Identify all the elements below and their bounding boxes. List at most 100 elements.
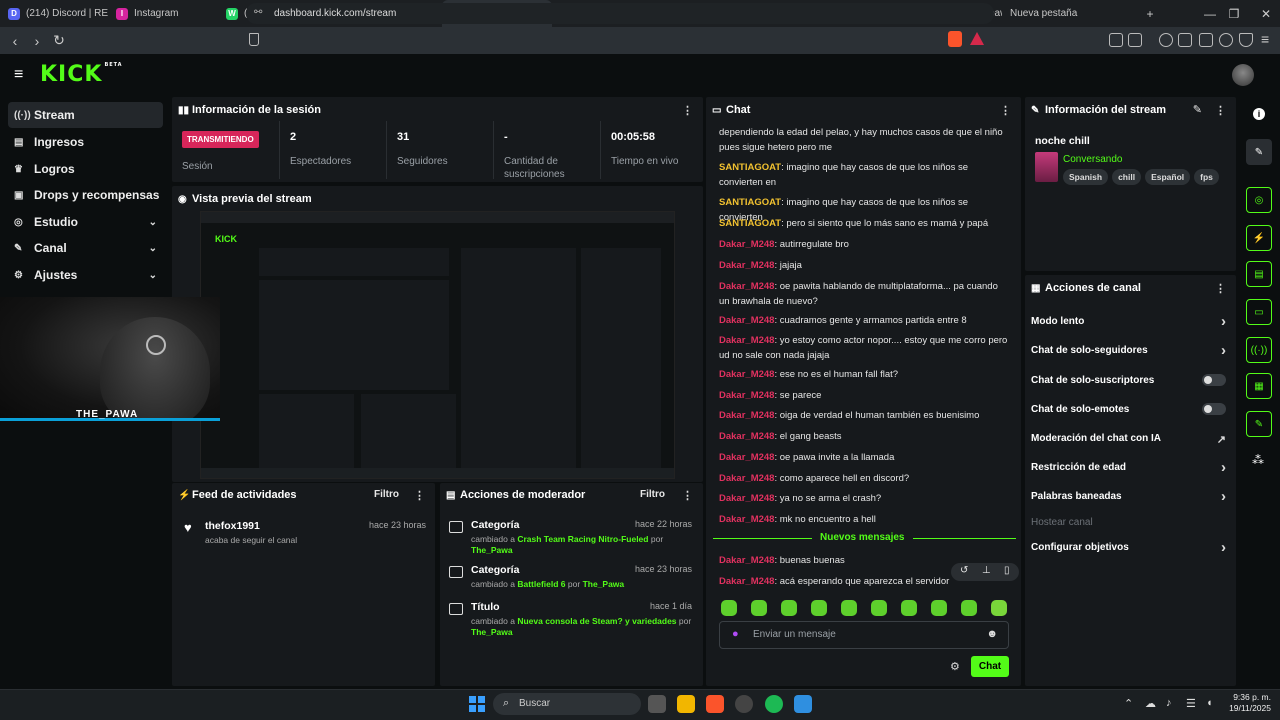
extensions-icon[interactable] (1109, 33, 1123, 47)
browser-tab[interactable]: Nueva pestaña (1002, 0, 1102, 27)
rail-wrench-icon[interactable]: ✎ (1246, 411, 1272, 437)
chat-username[interactable]: Dakar_M248 (719, 390, 774, 401)
chat-username[interactable]: SANTIAGOAT (719, 218, 781, 229)
feed-menu-icon[interactable]: ⋮ (414, 489, 425, 502)
settings-app-icon[interactable] (735, 695, 753, 713)
emote-icon[interactable] (901, 600, 917, 616)
channel-action-5[interactable]: Restricción de edad › (1031, 459, 1226, 476)
toggle-switch[interactable] (1202, 374, 1226, 386)
channel-action-3[interactable]: Chat de solo-emotes (1031, 403, 1226, 415)
reload-icon[interactable]: ↻ (48, 32, 70, 49)
browser-tab[interactable]: D (214) Discord | REDSEC (0, 0, 108, 27)
channel-action-2[interactable]: Chat de solo-suscriptores (1031, 374, 1226, 386)
reply-icon[interactable]: ↺ (960, 565, 968, 576)
rail-broadcast-icon[interactable]: ((·)) (1246, 337, 1272, 363)
chat-username[interactable]: Dakar_M248 (719, 315, 774, 326)
channel-action-4[interactable]: Moderación del chat con IA ↗ (1031, 433, 1226, 446)
sidebar-icon[interactable] (1178, 33, 1192, 47)
category-thumbnail[interactable] (1035, 152, 1058, 182)
rail-edit-icon[interactable]: ✎ (1246, 139, 1272, 165)
delete-icon[interactable]: ▯ (1004, 565, 1010, 576)
sidebar-item-ajustes[interactable]: ⚙ Ajustes ⌄ (8, 262, 163, 288)
toggle-switch[interactable] (1202, 403, 1226, 415)
chat-send-button[interactable]: Chat (971, 656, 1009, 677)
info-icon[interactable]: i (1253, 108, 1265, 120)
store-icon[interactable] (794, 695, 812, 713)
chat-username[interactable]: Dakar_M248 (719, 410, 774, 421)
emote-icon[interactable] (841, 600, 857, 616)
chevron-right-icon[interactable]: › (1221, 488, 1226, 505)
new-tab-button[interactable]: + (1130, 0, 1170, 27)
avatar[interactable] (1232, 64, 1254, 86)
chat-username[interactable]: Dakar_M248 (719, 431, 774, 442)
sidebar-item-logros[interactable]: ♛ Logros (8, 156, 163, 182)
chat-username[interactable]: Dakar_M248 (719, 555, 774, 566)
back-icon[interactable]: ‹ (4, 33, 26, 49)
chevron-right-icon[interactable]: › (1221, 459, 1226, 476)
media-icon[interactable] (1159, 33, 1173, 47)
emote-icon[interactable] (871, 600, 887, 616)
rail-clipboard-icon[interactable]: ▦ (1246, 373, 1272, 399)
chat-username[interactable]: Dakar_M248 (719, 473, 774, 484)
chat-username[interactable]: Dakar_M248 (719, 576, 774, 587)
chat-username[interactable]: Dakar_M248 (719, 514, 774, 525)
session-menu-icon[interactable]: ⋮ (682, 104, 693, 117)
rail-bolt-icon[interactable]: ⚡ (1246, 225, 1272, 251)
emote-icon[interactable] (811, 600, 827, 616)
chevron-down-icon[interactable]: ⌄ (149, 243, 157, 254)
channel-action-8[interactable]: Configurar objetivos › (1031, 539, 1226, 556)
modactions-filter-button[interactable]: Filtro (640, 489, 665, 500)
chat-username[interactable]: Dakar_M248 (719, 281, 774, 292)
menu-icon[interactable]: ≡ (1261, 31, 1269, 47)
chat-username[interactable]: Dakar_M248 (719, 335, 774, 346)
chat-username[interactable]: Dakar_M248 (719, 369, 774, 380)
vpn-icon[interactable] (1239, 33, 1253, 47)
rail-chat-icon[interactable]: ▭ (1246, 299, 1272, 325)
stream-tag[interactable]: Spanish (1063, 169, 1109, 185)
pin-icon[interactable]: ⊥ (982, 565, 991, 576)
edit-icon[interactable]: ✎ (1193, 103, 1202, 116)
chat-username[interactable]: SANTIAGOAT (719, 197, 781, 208)
streaminfo-menu-icon[interactable]: ⋮ (1215, 104, 1226, 117)
feed-filter-button[interactable]: Filtro (374, 489, 399, 500)
chat-username[interactable]: Dakar_M248 (719, 239, 774, 250)
modaction-target[interactable]: Nueva consola de Steam? y variedades (517, 616, 676, 626)
channel-menu-icon[interactable]: ⋮ (1215, 282, 1226, 295)
sidebar-item-stream[interactable]: ((·)) Stream (8, 102, 163, 128)
brave-rewards-icon[interactable] (970, 32, 984, 45)
close-window-button[interactable]: ✕ (1246, 0, 1280, 27)
channel-action-0[interactable]: Modo lento › (1031, 313, 1226, 330)
chevron-down-icon[interactable]: ⌄ (149, 270, 157, 281)
file-explorer-icon[interactable] (677, 695, 695, 713)
stream-tag[interactable]: fps (1194, 169, 1219, 185)
modactions-menu-icon[interactable]: ⋮ (682, 489, 693, 502)
tray-mic-icon[interactable]: ♪ (1166, 697, 1172, 709)
chat-username[interactable]: SANTIAGOAT (719, 162, 781, 173)
tray-chevron-icon[interactable]: ⌃ (1124, 697, 1133, 710)
emote-icon[interactable] (931, 600, 947, 616)
modaction-user[interactable]: The_Pawa (471, 545, 513, 555)
modaction-target[interactable]: Crash Team Racing Nitro-Fueled (517, 534, 648, 544)
tray-network-icon[interactable]: ☰ (1186, 697, 1196, 710)
chevron-right-icon[interactable]: › (1221, 539, 1226, 556)
chat-username[interactable]: Dakar_M248 (719, 493, 774, 504)
brave-app-icon[interactable] (706, 695, 724, 713)
chat-username[interactable]: Dakar_M248 (719, 260, 774, 271)
channel-action-1[interactable]: Chat de solo-seguidores › (1031, 342, 1226, 359)
modaction-user[interactable]: The_Pawa (583, 579, 625, 589)
rail-camera-icon[interactable]: ◎ (1246, 187, 1272, 213)
task-view-icon[interactable] (648, 695, 666, 713)
spotify-icon[interactable] (765, 695, 783, 713)
channel-action-6[interactable]: Palabras baneadas › (1031, 488, 1226, 505)
bookmark-icon[interactable] (249, 33, 259, 46)
emote-icon[interactable] (751, 600, 767, 616)
sidebar-item-estudio[interactable]: ◎ Estudio ⌄ (8, 209, 163, 235)
chat-menu-icon[interactable]: ⋮ (1000, 104, 1011, 117)
rail-list-icon[interactable]: ▤ (1246, 261, 1272, 287)
chevron-right-icon[interactable]: › (1221, 313, 1226, 330)
tray-cloud-icon[interactable]: ☁ (1145, 697, 1156, 710)
emote-icon[interactable] (991, 600, 1007, 616)
chevron-right-icon[interactable]: › (1221, 342, 1226, 359)
wallet-icon[interactable] (1199, 33, 1213, 47)
emote-icon[interactable] (781, 600, 797, 616)
